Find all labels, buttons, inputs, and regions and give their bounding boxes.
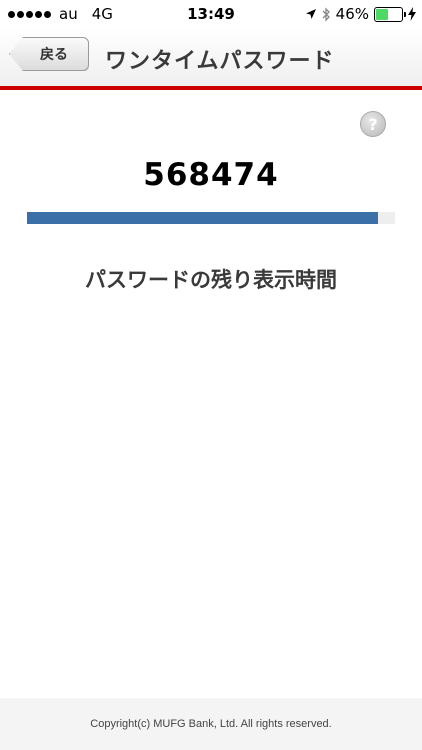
one-time-password-code: 568474 [143, 157, 279, 193]
remaining-time-progress-bar [27, 212, 395, 224]
status-right: 46% [305, 5, 416, 23]
back-button[interactable]: 戻る [9, 37, 89, 71]
copyright-text: Copyright(c) MUFG Bank, Ltd. All rights … [90, 718, 332, 730]
remaining-time-label: パスワードの残り表示時間 [85, 268, 337, 292]
navigation-bar: 戻る ワンタイムパスワード [0, 28, 422, 86]
page-title: ワンタイムパスワード [105, 49, 335, 74]
help-button[interactable]: ? [360, 111, 386, 137]
battery-icon [374, 6, 406, 22]
charging-bolt-icon [408, 7, 416, 21]
bluetooth-icon [322, 6, 330, 22]
location-arrow-icon [305, 9, 316, 19]
remaining-time-progress-fill [27, 212, 379, 224]
nav-accent-line [0, 86, 422, 90]
status-bar: au 4G 13:49 46% [0, 0, 422, 28]
footer: Copyright(c) MUFG Bank, Ltd. All rights … [0, 698, 422, 750]
battery-percent: 46% [335, 5, 369, 23]
back-button-label: 戻る [40, 47, 68, 63]
question-mark-icon: ? [368, 114, 378, 134]
